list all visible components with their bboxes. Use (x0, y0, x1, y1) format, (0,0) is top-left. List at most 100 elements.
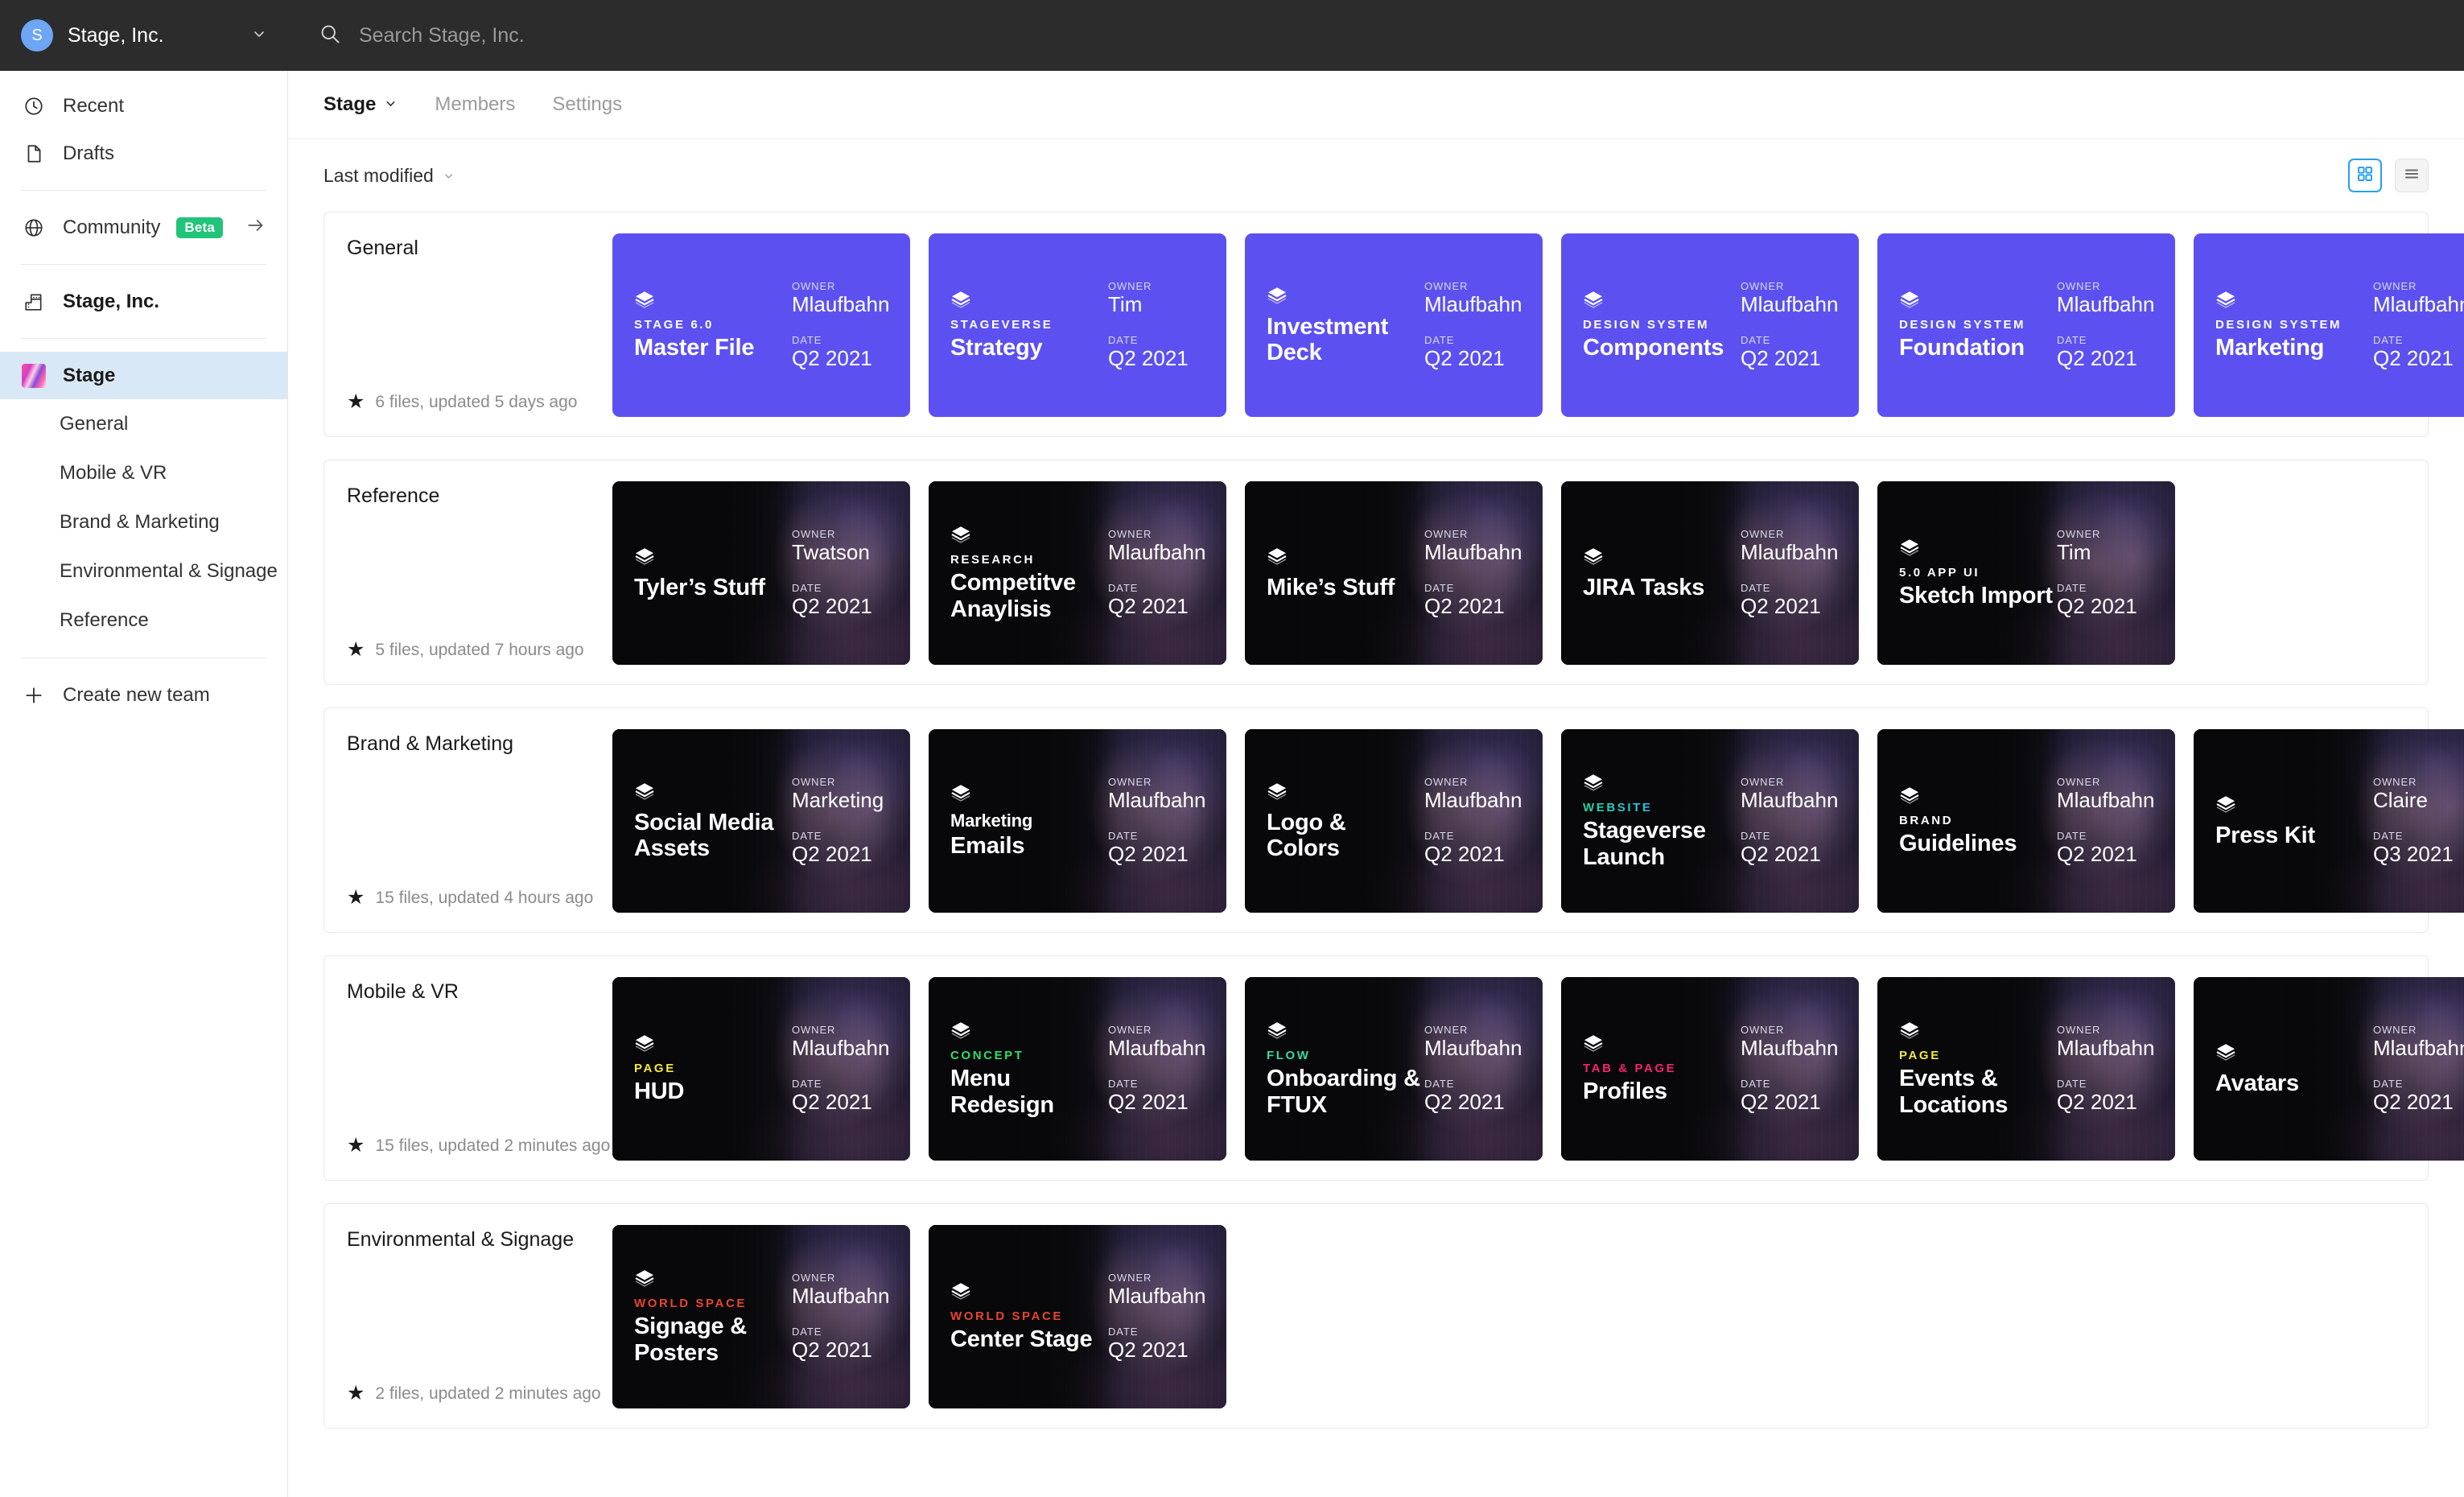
arrow-right-icon[interactable] (245, 215, 266, 240)
sidebar-project-environmental-signage[interactable]: Environmental & Signage (0, 546, 287, 596)
file-card-date-label: DATE (1108, 334, 1139, 346)
star-icon[interactable]: ★ (347, 888, 365, 908)
section-summary: ★ 6 files, updated 5 days ago (347, 392, 612, 412)
file-card[interactable]: FLOW Onboarding & FTUX OWNER Mlaufbahn DATE Q… (1245, 977, 1543, 1161)
sort-dropdown[interactable]: Last modified (323, 165, 455, 187)
chevron-down-icon[interactable] (384, 93, 398, 116)
list-view-button[interactable] (2395, 159, 2429, 192)
org-switcher[interactable]: S Stage, Inc. (0, 0, 288, 71)
file-card-title: Center Stage (950, 1326, 1093, 1353)
top-bar: S Stage, Inc. (0, 0, 2464, 71)
file-card[interactable]: Tyler’s Stuff OWNER Twatson DATE Q2 2021 (612, 481, 910, 665)
file-card-date-label: DATE (1108, 582, 1139, 594)
sidebar-project-reference[interactable]: Reference (0, 596, 287, 645)
file-card[interactable]: Mike’s Stuff OWNER Mlaufbahn DATE Q2 2021 (1245, 481, 1543, 665)
file-card-owner: Mlaufbahn (1108, 1036, 1206, 1061)
file-card-date-label: DATE (1424, 582, 1455, 594)
file-card-date: Q2 2021 (1108, 594, 1189, 618)
tab-stage[interactable]: Stage (323, 93, 398, 116)
file-card-date-label: DATE (792, 582, 822, 594)
file-card-owner-label: OWNER (1424, 280, 1469, 293)
file-card-date: Q2 2021 (2373, 346, 2454, 370)
section-title: Brand & Marketing (347, 732, 514, 755)
star-icon[interactable]: ★ (347, 1384, 365, 1404)
stage-logo-icon (950, 782, 1108, 803)
file-card-owner-label: OWNER (1424, 528, 1469, 541)
sidebar-divider (21, 264, 266, 265)
file-card[interactable]: DESIGN SYSTEM Components OWNER Mlaufbahn DAT… (1561, 233, 1859, 417)
star-icon[interactable]: ★ (347, 392, 365, 412)
file-card-owner-label: OWNER (1108, 1272, 1152, 1285)
file-card[interactable]: Logo & Colors OWNER Mlaufbahn DATE Q2 2021 (1245, 729, 1543, 913)
file-card-date: Q2 2021 (2057, 346, 2137, 370)
file-card[interactable]: PAGE HUD OWNER Mlaufbahn DATE Q2 2021 (612, 977, 910, 1161)
file-card[interactable]: DESIGN SYSTEM Foundation OWNER Mlaufbahn DAT… (1877, 233, 2175, 417)
star-icon[interactable]: ★ (347, 640, 365, 660)
file-card-title: Mike’s Stuff (1267, 574, 1395, 600)
file-card-owner: Mlaufbahn (1424, 788, 1522, 813)
section-meta: General ★ 6 files, updated 5 days ago (347, 233, 612, 417)
grid-view-button[interactable] (2348, 159, 2382, 192)
sidebar-item-community[interactable]: Community Beta (0, 204, 287, 251)
file-card-date-label: DATE (2057, 1078, 2087, 1090)
file-card-title: Components (1583, 335, 1724, 361)
file-card-eyebrow: PAGE (1899, 1049, 1941, 1063)
file-card[interactable]: Investment Deck OWNER Mlaufbahn DATE Q2 2021 (1245, 233, 1543, 417)
tab-settings[interactable]: Settings (552, 93, 622, 116)
stage-logo-icon (1583, 772, 1741, 793)
team-thumbnail-icon (21, 363, 47, 389)
file-card-date: Q2 2021 (792, 1338, 872, 1362)
sidebar-project-mobile-vr[interactable]: Mobile & VR (0, 448, 287, 497)
file-card[interactable]: WORLD SPACE Signage & Posters OWNER Mlaufba… (612, 1225, 910, 1408)
file-card[interactable]: PAGE Events & Locations OWNER Mlaufbahn DATE… (1877, 977, 2175, 1161)
file-card-owner: Mlaufbahn (2057, 1036, 2155, 1061)
sidebar-item-team-stage[interactable]: Stage (0, 352, 287, 399)
file-card[interactable]: RESEARCH Competitve Anaylisis OWNER Mlaufba… (929, 481, 1226, 665)
file-card-title: Stageverse Launch (1583, 818, 1706, 870)
file-card-owner-label: OWNER (1424, 1024, 1469, 1037)
sidebar-item-drafts[interactable]: Drafts (0, 130, 287, 177)
sidebar-item-label: Community (63, 216, 161, 238)
tab-members[interactable]: Members (435, 93, 515, 116)
main-content: Stage Members Settings Last modified Gen… (288, 71, 2464, 1497)
search-bar[interactable] (288, 0, 2464, 71)
sidebar-project-general[interactable]: General (0, 399, 287, 448)
file-card-title: Sketch Import (1899, 583, 2053, 609)
file-card[interactable]: DESIGN SYSTEM Marketing OWNER Mlaufbahn DATE… (2194, 233, 2464, 417)
file-card[interactable]: CONCEPT Menu Redesign OWNER Mlaufbahn DATE Q2… (929, 977, 1226, 1161)
file-card[interactable]: Press Kit OWNER Claire DATE Q3 2021 (2194, 729, 2464, 913)
stage-logo-icon (1899, 537, 2057, 558)
file-card-eyebrow: CONCEPT (950, 1049, 1024, 1063)
file-card[interactable]: Marketing Emails OWNER Mlaufbahn DATE Q2 2021 (929, 729, 1226, 913)
file-card-owner: Mlaufbahn (792, 1284, 890, 1309)
file-card[interactable]: TAB & PAGE Profiles OWNER Mlaufbahn DATE Q2 2… (1561, 977, 1859, 1161)
sidebar-item-recent[interactable]: Recent (0, 82, 287, 130)
file-card[interactable]: WEBSITE Stageverse Launch OWNER Mlaufbahn DA… (1561, 729, 1859, 913)
file-card[interactable]: WORLD SPACE Center Stage OWNER Mlaufbahn DAT… (929, 1225, 1226, 1408)
clock-icon (21, 93, 47, 119)
create-new-team-button[interactable]: Create new team (0, 671, 287, 719)
file-card[interactable]: Social Media Assets OWNER Marketing DATE Q2 … (612, 729, 910, 913)
sidebar-project-brand-marketing[interactable]: Brand & Marketing (0, 497, 287, 546)
file-card[interactable]: JIRA Tasks OWNER Mlaufbahn DATE Q2 2021 (1561, 481, 1859, 665)
section-summary-text: 6 files, updated 5 days ago (375, 392, 578, 411)
section-meta: Brand & Marketing ★ 15 files, updated 4 ho… (347, 729, 612, 913)
file-card[interactable]: Avatars OWNER Mlaufbahn DATE Q2 2021 (2194, 977, 2464, 1161)
file-card-date-label: DATE (2373, 1078, 2404, 1090)
chevron-down-icon[interactable] (443, 165, 455, 187)
file-card[interactable]: STAGEVERSE Strategy OWNER Tim DATE Q2 2021 (929, 233, 1226, 417)
file-card-owner-label: OWNER (1741, 1024, 1785, 1037)
file-card-eyebrow: RESEARCH (950, 553, 1035, 567)
file-card-owner-label: OWNER (1108, 1024, 1152, 1037)
file-card[interactable]: BRAND Guidelines OWNER Mlaufbahn DATE Q2 2021 (1877, 729, 2175, 913)
search-input[interactable] (359, 23, 922, 47)
file-card[interactable]: STAGE 6.0 Master File OWNER Mlaufbahn DATE Q2… (612, 233, 910, 417)
section-summary: ★ 15 files, updated 2 minutes ago (347, 1136, 612, 1156)
file-card-list: Tyler’s Stuff OWNER Twatson DATE Q2 2021 RESE… (612, 481, 2405, 665)
org-avatar: S (21, 19, 53, 52)
file-card[interactable]: 5.0 APP UI Sketch Import OWNER Tim DATE Q2 20… (1877, 481, 2175, 665)
chevron-down-icon[interactable] (251, 26, 267, 46)
file-card-title: JIRA Tasks (1583, 574, 1705, 600)
star-icon[interactable]: ★ (347, 1136, 365, 1156)
sidebar-item-organization[interactable]: Stage, Inc. (0, 278, 287, 325)
